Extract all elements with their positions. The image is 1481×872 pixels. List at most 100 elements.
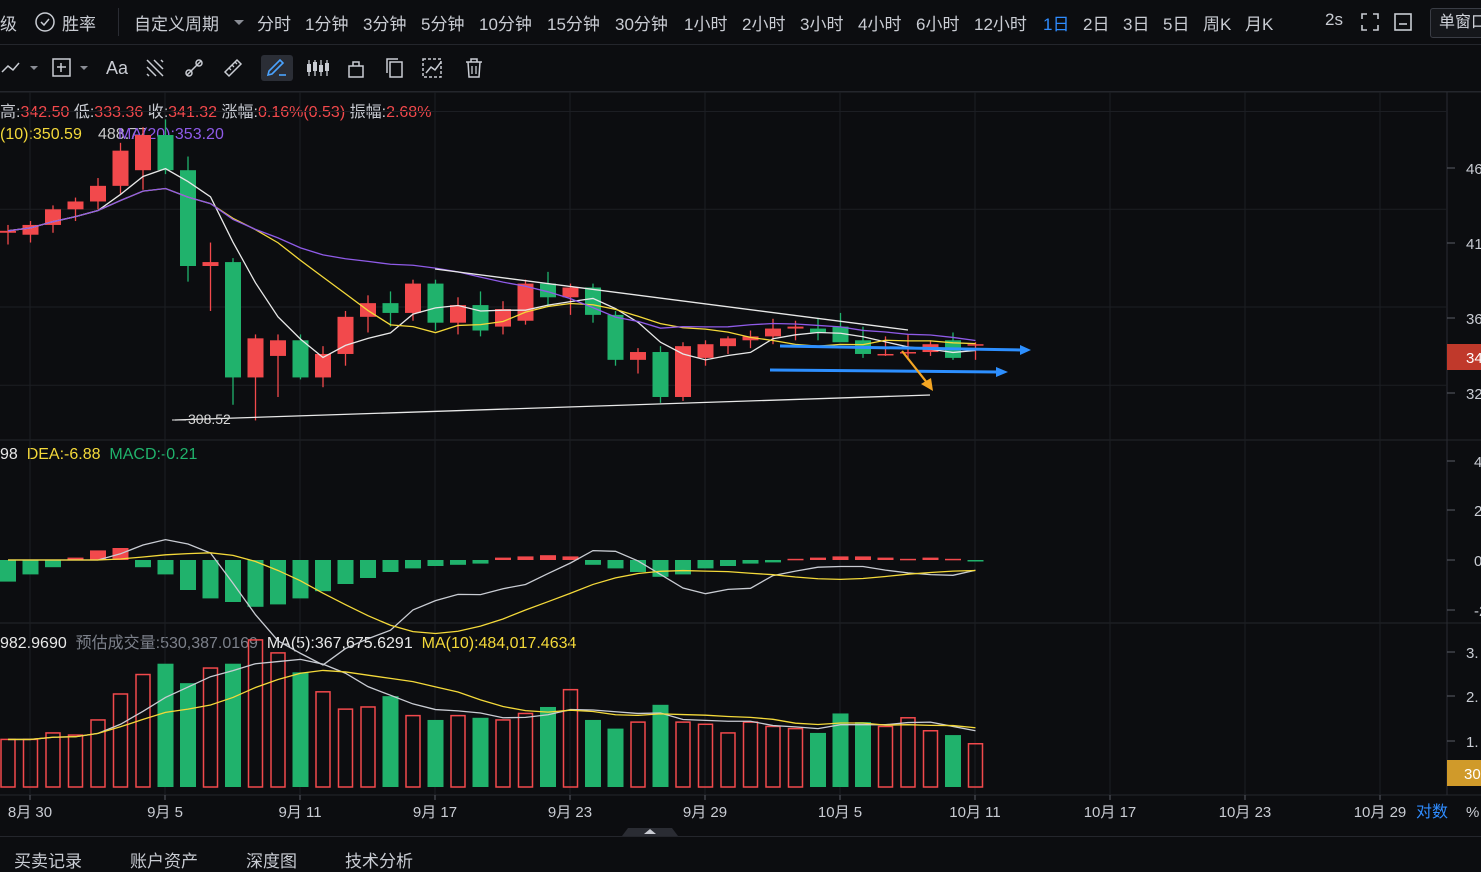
period-tab[interactable]: 5日 bbox=[1163, 10, 1189, 35]
period-tab[interactable]: 3分钟 bbox=[363, 10, 406, 35]
settings-grid-icon[interactable] bbox=[420, 55, 446, 81]
period-tab[interactable]: 6小时 bbox=[916, 10, 959, 35]
macd-bar bbox=[292, 560, 309, 599]
candle-body bbox=[495, 309, 511, 327]
period-tab[interactable]: 4小时 bbox=[858, 10, 901, 35]
current-volume-label: 30 bbox=[1464, 766, 1481, 783]
candle-body bbox=[787, 326, 804, 329]
volume-bar bbox=[652, 704, 669, 787]
macd-bar bbox=[135, 560, 151, 568]
draw-pen-icon[interactable] bbox=[261, 55, 293, 81]
period-tab[interactable]: 2日 bbox=[1083, 10, 1109, 35]
candle-body bbox=[315, 353, 331, 378]
fullscreen-icon[interactable] bbox=[1360, 12, 1380, 32]
volume-bar bbox=[742, 721, 759, 788]
line-tool-dropdown[interactable] bbox=[0, 55, 40, 81]
macd-bar bbox=[607, 560, 624, 569]
period-tab[interactable]: 5分钟 bbox=[421, 10, 464, 35]
macd-bar bbox=[270, 560, 286, 605]
macd-bar bbox=[630, 560, 646, 572]
period-tab[interactable]: 30分钟 bbox=[615, 10, 668, 35]
level-label: 级 bbox=[0, 15, 17, 34]
blue-arrow bbox=[779, 344, 1023, 352]
period-tab[interactable]: 周K bbox=[1203, 10, 1231, 35]
trash-icon[interactable] bbox=[462, 55, 486, 81]
close-label: 收: bbox=[147, 104, 169, 121]
custom-period-dropdown[interactable]: 自定义周期 bbox=[134, 10, 219, 35]
macd-bar bbox=[427, 560, 444, 566]
candle-style-icon[interactable] bbox=[304, 55, 332, 81]
text-tool[interactable]: Aa bbox=[104, 55, 130, 81]
candle-body bbox=[360, 303, 376, 317]
macd-bar bbox=[652, 560, 669, 577]
ruler-icon[interactable] bbox=[220, 55, 246, 81]
date-tick: 9月 5 bbox=[147, 804, 183, 821]
win-rate-button[interactable]: 胜率 bbox=[62, 10, 96, 35]
trendline-upper bbox=[434, 268, 909, 331]
volume-tick: 1. bbox=[1466, 734, 1479, 751]
bottom-tab[interactable]: 技术分析 bbox=[345, 847, 413, 872]
bottom-tab[interactable]: 深度图 bbox=[246, 847, 297, 872]
period-tab[interactable]: 10分钟 bbox=[479, 10, 532, 35]
period-tab[interactable]: 1小时 bbox=[684, 10, 727, 35]
price-tick: 41 bbox=[1466, 236, 1481, 253]
macd-bar bbox=[810, 557, 826, 560]
macd-bar bbox=[967, 560, 984, 562]
candle-body bbox=[652, 352, 669, 397]
volume-bar bbox=[157, 663, 174, 787]
volume-bar bbox=[247, 639, 264, 788]
period-tab[interactable]: 15分钟 bbox=[547, 10, 600, 35]
date-tick: 10月 23 bbox=[1219, 804, 1272, 821]
screenshot-icon[interactable] bbox=[1393, 12, 1413, 32]
collapse-handle bbox=[622, 828, 678, 836]
win-rate-icon bbox=[35, 12, 55, 32]
period-tab[interactable]: 3日 bbox=[1123, 10, 1149, 35]
period-tab[interactable]: 1日 bbox=[1043, 10, 1069, 35]
vol-ma10-value: MA(10):484,017.4634 bbox=[421, 635, 577, 652]
trendline-lower bbox=[174, 394, 931, 421]
volume-tick: 2. bbox=[1466, 689, 1479, 706]
current-price-label: 34 bbox=[1466, 350, 1481, 367]
period-tab[interactable]: 月K bbox=[1245, 10, 1273, 35]
vol-ma10-line bbox=[8, 669, 976, 741]
volume-bar bbox=[337, 708, 354, 788]
volume-bar bbox=[765, 725, 781, 788]
interval-refresh[interactable]: 2s bbox=[1325, 10, 1343, 30]
period-tab[interactable]: 12小时 bbox=[974, 10, 1027, 35]
period-tab[interactable]: 分时 bbox=[257, 10, 291, 35]
candle-body bbox=[45, 209, 61, 225]
macd-bar bbox=[337, 560, 354, 584]
macd-bar bbox=[742, 560, 759, 564]
macd-bar bbox=[517, 556, 534, 560]
macd-bar bbox=[832, 556, 849, 560]
ma20-value: MA(20):353.20 bbox=[118, 126, 224, 143]
blue-arrowhead bbox=[996, 367, 1008, 377]
candle-body bbox=[697, 344, 714, 358]
volume-bar bbox=[225, 663, 241, 787]
change-value: 0.16%(0.53) bbox=[257, 104, 346, 121]
volume-bar bbox=[495, 719, 511, 788]
candle-body bbox=[270, 340, 286, 356]
single-window-button[interactable]: 单窗口 bbox=[1430, 8, 1481, 38]
volume-tick: 3. bbox=[1466, 645, 1479, 662]
candle-body bbox=[517, 283, 534, 321]
bottom-tab[interactable]: 买卖记录 bbox=[14, 847, 82, 872]
lock-icon[interactable] bbox=[344, 55, 368, 81]
candle-body bbox=[202, 262, 219, 266]
macd-tick: -2 bbox=[1474, 603, 1481, 620]
ma-info: (10):350.59 bbox=[0, 126, 82, 144]
macd-tick: 4 bbox=[1474, 454, 1481, 471]
copy-icon[interactable] bbox=[383, 55, 407, 81]
bottom-tabs: 买卖记录 账户资产 深度图 技术分析 bbox=[0, 836, 1481, 871]
period-tab[interactable]: 2小时 bbox=[742, 10, 785, 35]
period-tab[interactable]: 3小时 bbox=[800, 10, 843, 35]
macd-tick: 2 bbox=[1474, 503, 1481, 520]
crosshair-tool[interactable] bbox=[50, 55, 92, 81]
bottom-tab[interactable]: 账户资产 bbox=[130, 847, 198, 872]
candle-body bbox=[180, 170, 196, 266]
measure-icon[interactable] bbox=[181, 55, 207, 81]
macd-bar bbox=[900, 558, 916, 561]
pattern-icon[interactable] bbox=[142, 55, 168, 81]
period-tab[interactable]: 1分钟 bbox=[305, 10, 348, 35]
candle-body bbox=[405, 283, 421, 313]
